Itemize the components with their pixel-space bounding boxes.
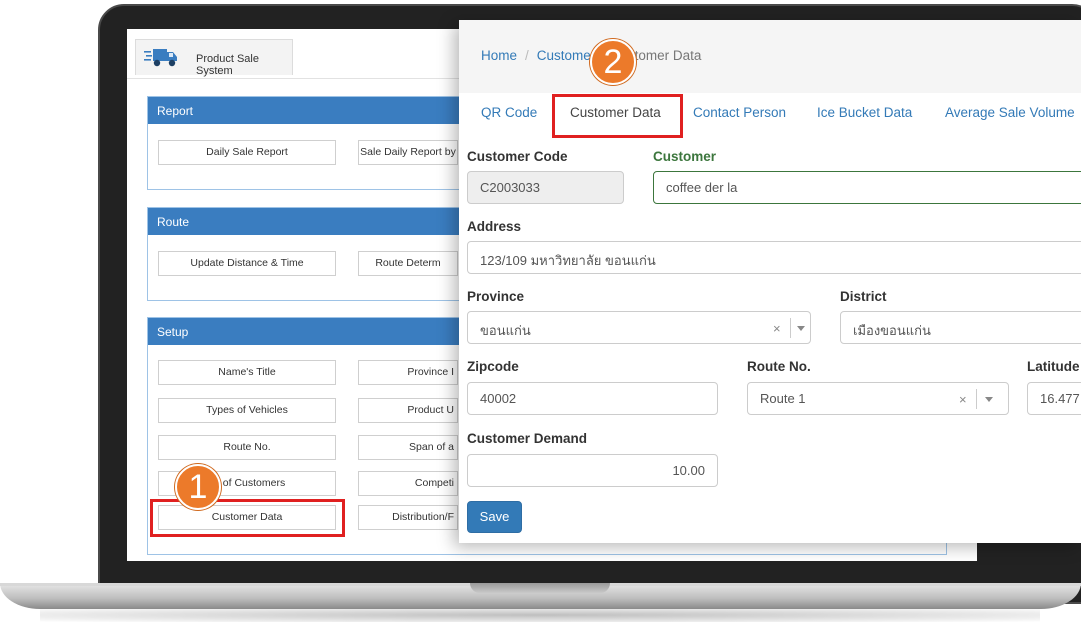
route-no-button[interactable]: Route No. (158, 435, 336, 460)
customer-label: Customer (653, 149, 717, 164)
customer-data-highlight (150, 499, 345, 537)
select-divider (976, 389, 977, 409)
tab-average-sale-volume[interactable]: Average Sale Volume (945, 105, 1075, 120)
customer-data-window: Home/Custome/Customer Data QR Code Custo… (459, 20, 1081, 543)
district-value: เมืองขอนแก่น (853, 323, 931, 338)
breadcrumb-customer[interactable]: Custome (537, 48, 591, 63)
span-of-button[interactable]: Span of a (358, 435, 458, 460)
chevron-down-icon[interactable] (985, 397, 993, 402)
app-title: Product Sale System (196, 53, 259, 77)
types-of-vehicles-button[interactable]: Types of Vehicles (158, 398, 336, 423)
district-label: District (840, 289, 887, 304)
breadcrumb-separator: / (525, 48, 529, 63)
customer-code-label: Customer Code (467, 149, 568, 164)
customer-demand-field[interactable]: 10.00 (467, 454, 718, 487)
route-no-select[interactable]: Route 1 × (747, 382, 1009, 415)
chevron-down-icon[interactable] (797, 326, 805, 331)
customer-code-field[interactable]: C2003033 (467, 171, 624, 204)
latitude-label: Latitude (1027, 359, 1080, 374)
customer-demand-label: Customer Demand (467, 431, 588, 446)
tab-ice-bucket-data[interactable]: Ice Bucket Data (817, 105, 912, 120)
province-select[interactable]: ขอนแก่น × (467, 311, 811, 344)
address-field[interactable]: 123/109 มหาวิทยาลัย ขอนแก่น (467, 241, 1081, 274)
app-tab[interactable]: Product Sale System (135, 39, 293, 77)
customer-data-tab-highlight (552, 94, 683, 138)
tab-contact-person[interactable]: Contact Person (693, 105, 786, 120)
tab-qr-code[interactable]: QR Code (481, 105, 537, 120)
step-2-marker: 2 (590, 39, 636, 85)
clear-icon[interactable]: × (773, 321, 781, 336)
zipcode-field[interactable]: 40002 (467, 382, 718, 415)
province-label: Province (467, 289, 525, 304)
laptop-notch (470, 583, 610, 593)
laptop-shadow (40, 608, 1040, 622)
customer-field[interactable]: coffee der la (653, 171, 1081, 204)
route-no-label: Route No. (747, 359, 811, 374)
distribution-button[interactable]: Distribution/F (358, 505, 458, 530)
breadcrumb-home[interactable]: Home (481, 48, 517, 63)
breadcrumb: Home/Custome/Customer Data (459, 20, 1081, 93)
names-title-button[interactable]: Name's Title (158, 360, 336, 385)
province-button[interactable]: Province I (358, 360, 458, 385)
daily-sale-report-button[interactable]: Daily Sale Report (158, 140, 336, 165)
clear-icon[interactable]: × (959, 392, 967, 407)
route-no-value: Route 1 (760, 391, 806, 406)
competitor-button[interactable]: Competi (358, 471, 458, 496)
truck-icon (144, 49, 177, 67)
sale-daily-report-by-button[interactable]: Sale Daily Report by (358, 140, 458, 165)
step-1-marker: 1 (175, 464, 221, 510)
address-label: Address (467, 219, 522, 234)
save-button[interactable]: Save (467, 501, 522, 533)
stage: Product Sale System Report Daily Sale Re… (0, 0, 1081, 627)
province-value: ขอนแก่น (480, 323, 531, 338)
select-divider (790, 318, 791, 338)
route-determination-button[interactable]: Route Determ (358, 251, 458, 276)
product-unit-button[interactable]: Product U (358, 398, 458, 423)
latitude-field[interactable]: 16.477 (1027, 382, 1081, 415)
zipcode-label: Zipcode (467, 359, 519, 374)
update-distance-time-button[interactable]: Update Distance & Time (158, 251, 336, 276)
district-select[interactable]: เมืองขอนแก่น (840, 311, 1081, 344)
